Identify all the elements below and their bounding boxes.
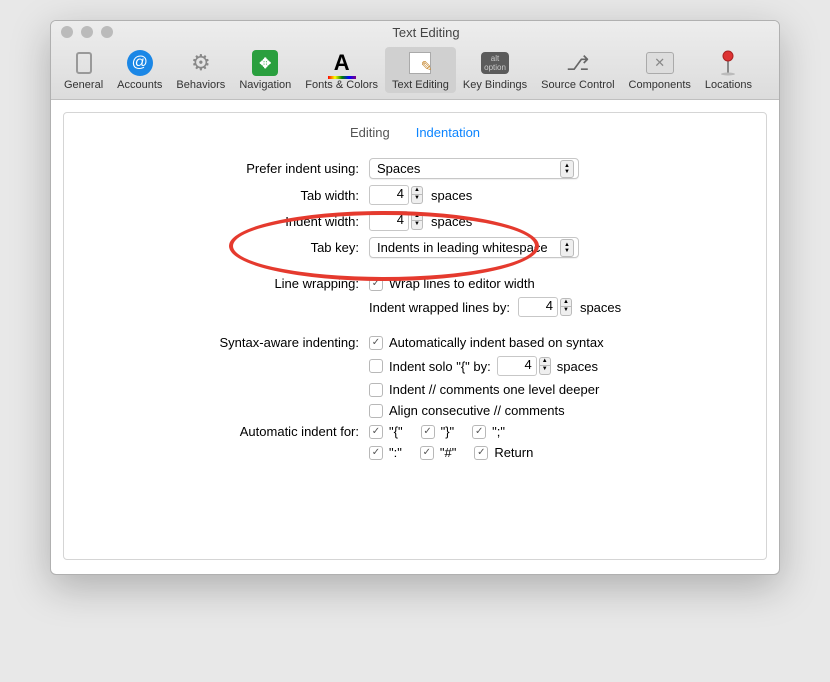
autoindent-return-checkbox[interactable] bbox=[474, 446, 488, 460]
toolbar-label: Text Editing bbox=[392, 79, 449, 91]
autoindent-lbrace-checkbox[interactable] bbox=[369, 425, 383, 439]
indent-width-label: Indent width: bbox=[84, 214, 369, 229]
wrap-lines-checkbox[interactable] bbox=[369, 277, 383, 291]
toolbar-label: Key Bindings bbox=[463, 79, 527, 91]
indent-wrapped-label: Indent wrapped lines by: bbox=[369, 300, 510, 315]
autoindent-semicolon-checkbox[interactable] bbox=[472, 425, 486, 439]
navigation-icon: ✥ bbox=[251, 49, 279, 77]
auto-indent-checkbox[interactable] bbox=[369, 336, 383, 350]
comments-deeper-text: Indent // comments one level deeper bbox=[389, 382, 599, 397]
general-icon bbox=[70, 49, 98, 77]
toolbar-item-fonts-colors[interactable]: A Fonts & Colors bbox=[298, 47, 385, 93]
text-editing-icon bbox=[406, 49, 434, 77]
align-comments-checkbox[interactable] bbox=[369, 404, 383, 418]
content-panel: Editing Indentation Prefer indent using:… bbox=[63, 112, 767, 560]
solo-brace-unit: spaces bbox=[557, 359, 598, 374]
indent-wrapped-input[interactable]: 4 bbox=[518, 297, 558, 317]
toolbar-label: Source Control bbox=[541, 79, 614, 91]
indent-wrapped-stepper[interactable]: ▲▼ bbox=[560, 298, 572, 316]
line-wrap-label: Line wrapping: bbox=[84, 276, 369, 291]
autoindent-item: Return bbox=[494, 445, 533, 460]
auto-indent-text: Automatically indent based on syntax bbox=[389, 335, 604, 350]
comments-deeper-checkbox[interactable] bbox=[369, 383, 383, 397]
preferences-window: Text Editing General @ Accounts ⚙ Behavi… bbox=[50, 20, 780, 575]
indent-wrapped-unit: spaces bbox=[580, 300, 621, 315]
prefer-indent-select[interactable]: Spaces ▲▼ bbox=[369, 158, 579, 179]
tab-editing[interactable]: Editing bbox=[350, 125, 390, 142]
indentation-form: Prefer indent using: Spaces ▲▼ Tab width… bbox=[64, 158, 766, 460]
zoom-icon[interactable] bbox=[101, 26, 113, 38]
tab-width-input[interactable]: 4 bbox=[369, 185, 409, 205]
toolbar-item-navigation[interactable]: ✥ Navigation bbox=[232, 47, 298, 93]
locations-icon bbox=[714, 49, 742, 77]
toolbar-item-general[interactable]: General bbox=[57, 47, 110, 93]
toolbar-item-source-control[interactable]: ⎇ Source Control bbox=[534, 47, 621, 93]
sub-tabs: Editing Indentation bbox=[64, 125, 766, 142]
solo-brace-input[interactable]: 4 bbox=[497, 356, 537, 376]
toolbar-label: Accounts bbox=[117, 79, 162, 91]
toolbar-item-behaviors[interactable]: ⚙ Behaviors bbox=[169, 47, 232, 93]
autoindent-item: ":" bbox=[389, 445, 402, 460]
indent-width-input[interactable]: 4 bbox=[369, 211, 409, 231]
components-icon bbox=[646, 49, 674, 77]
autoindent-item: "#" bbox=[440, 445, 456, 460]
autoindent-item: ";" bbox=[492, 424, 505, 439]
source-control-icon: ⎇ bbox=[564, 49, 592, 77]
solo-brace-checkbox[interactable] bbox=[369, 359, 383, 373]
solo-brace-stepper[interactable]: ▲▼ bbox=[539, 357, 551, 375]
autoindent-rbrace-checkbox[interactable] bbox=[421, 425, 435, 439]
tab-indentation[interactable]: Indentation bbox=[416, 125, 480, 142]
autoindent-item: "}" bbox=[441, 424, 455, 439]
toolbar-item-key-bindings[interactable]: altoption Key Bindings bbox=[456, 47, 534, 93]
window-controls[interactable] bbox=[61, 26, 113, 38]
toolbar-item-accounts[interactable]: @ Accounts bbox=[110, 47, 169, 93]
fonts-colors-icon: A bbox=[328, 49, 356, 77]
tab-key-select[interactable]: Indents in leading whitespace ▲▼ bbox=[369, 237, 579, 258]
titlebar: Text Editing General @ Accounts ⚙ Behavi… bbox=[51, 21, 779, 100]
minimize-icon[interactable] bbox=[81, 26, 93, 38]
select-value: Spaces bbox=[377, 161, 420, 176]
toolbar-label: Fonts & Colors bbox=[305, 79, 378, 91]
prefer-indent-label: Prefer indent using: bbox=[84, 161, 369, 176]
preferences-toolbar: General @ Accounts ⚙ Behaviors ✥ Navigat… bbox=[51, 43, 779, 99]
autoindent-hash-checkbox[interactable] bbox=[420, 446, 434, 460]
toolbar-item-text-editing[interactable]: Text Editing bbox=[385, 47, 456, 93]
toolbar-label: Locations bbox=[705, 79, 752, 91]
select-value: Indents in leading whitespace bbox=[377, 240, 548, 255]
accounts-icon: @ bbox=[126, 49, 154, 77]
key-bindings-icon: altoption bbox=[481, 49, 509, 77]
window-title: Text Editing bbox=[113, 25, 739, 40]
autoindent-item: "{" bbox=[389, 424, 403, 439]
select-arrows-icon: ▲▼ bbox=[560, 160, 574, 178]
toolbar-label: General bbox=[64, 79, 103, 91]
toolbar-label: Components bbox=[629, 79, 691, 91]
auto-indent-for-label: Automatic indent for: bbox=[84, 424, 369, 439]
close-icon[interactable] bbox=[61, 26, 73, 38]
select-arrows-icon: ▲▼ bbox=[560, 239, 574, 257]
behaviors-icon: ⚙ bbox=[187, 49, 215, 77]
wrap-lines-text: Wrap lines to editor width bbox=[389, 276, 535, 291]
tab-key-label: Tab key: bbox=[84, 240, 369, 255]
toolbar-item-components[interactable]: Components bbox=[622, 47, 698, 93]
tab-width-stepper[interactable]: ▲▼ bbox=[411, 186, 423, 204]
autoindent-colon-checkbox[interactable] bbox=[369, 446, 383, 460]
indent-width-stepper[interactable]: ▲▼ bbox=[411, 212, 423, 230]
indent-width-unit: spaces bbox=[431, 214, 472, 229]
solo-brace-text: Indent solo "{" by: bbox=[389, 359, 491, 374]
tab-width-label: Tab width: bbox=[84, 188, 369, 203]
tab-width-unit: spaces bbox=[431, 188, 472, 203]
align-comments-text: Align consecutive // comments bbox=[389, 403, 565, 418]
toolbar-label: Behaviors bbox=[176, 79, 225, 91]
toolbar-label: Navigation bbox=[239, 79, 291, 91]
toolbar-item-locations[interactable]: Locations bbox=[698, 47, 759, 93]
syntax-label: Syntax-aware indenting: bbox=[84, 335, 369, 350]
